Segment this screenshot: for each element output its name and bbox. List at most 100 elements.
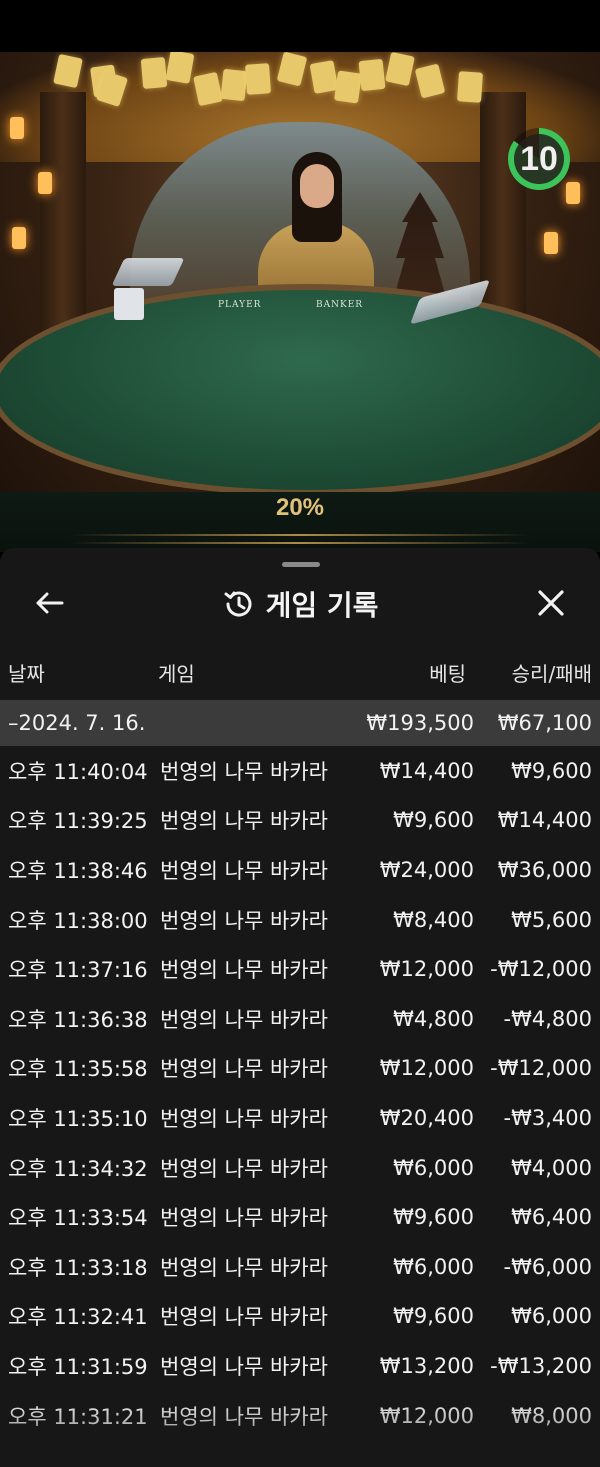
row-game: 번영의 나무 바카라 — [160, 1354, 328, 1379]
table-row[interactable]: 오후 11:39:25 번영의 나무 바카라 ₩9,600 ₩14,400 — [0, 796, 600, 846]
game-history-sheet: 게임 기록 날짜 게임 베팅 승리/패배 –2024. 7. 16. ₩193,… — [0, 548, 600, 1467]
row-game: 번영의 나무 바카라 — [160, 1255, 328, 1280]
percent-bar: 20% — [0, 492, 600, 552]
row-time: 오후 11:38:46 — [8, 858, 148, 883]
row-game: 번영의 나무 바카라 — [160, 1206, 328, 1231]
table-row[interactable]: 오후 11:33:18 번영의 나무 바카라 ₩6,000 -₩6,000 — [0, 1242, 600, 1292]
date-group-row[interactable]: –2024. 7. 16. ₩193,500 ₩67,100 — [0, 700, 600, 746]
banker-label: BANKER — [316, 300, 364, 310]
row-time: 오후 11:35:10 — [8, 1106, 148, 1131]
row-result: -₩4,800 — [503, 1006, 592, 1031]
divider — [70, 534, 530, 536]
row-game: 번영의 나무 바카라 — [160, 1057, 328, 1082]
table-row[interactable]: 오후 11:31:59 번영의 나무 바카라 ₩13,200 -₩13,200 — [0, 1341, 600, 1391]
column-header-game: 게임 — [158, 662, 195, 686]
row-bet: ₩12,000 — [379, 1056, 474, 1081]
table-row[interactable]: 오후 11:31:21 번영의 나무 바카라 ₩12,000 ₩8,000 — [0, 1391, 600, 1441]
row-bet: ₩9,600 — [393, 1205, 474, 1230]
row-game: 번영의 나무 바카라 — [160, 759, 328, 784]
row-bet: ₩9,600 — [393, 1304, 474, 1329]
row-time: 오후 11:33:18 — [8, 1255, 148, 1280]
row-time: 오후 11:35:58 — [8, 1057, 148, 1082]
date-group-bet-total: ₩193,500 — [366, 711, 474, 735]
row-game: 번영의 나무 바카라 — [160, 858, 328, 883]
close-button[interactable] — [534, 586, 568, 620]
row-time: 오후 11:39:25 — [8, 809, 148, 834]
table-row[interactable]: 오후 11:35:10 번영의 나무 바카라 ₩20,400 -₩3,400 — [0, 1093, 600, 1143]
table-row[interactable]: 오후 11:37:16 번영의 나무 바카라 ₩12,000 -₩12,000 — [0, 944, 600, 994]
row-result: -₩12,000 — [490, 957, 592, 982]
history-icon — [224, 591, 252, 617]
row-game: 번영의 나무 바카라 — [160, 809, 328, 834]
table-row[interactable]: 오후 11:38:46 번영의 나무 바카라 ₩24,000 ₩36,000 — [0, 845, 600, 895]
row-result: ₩6,000 — [511, 1304, 592, 1329]
row-result: -₩6,000 — [503, 1254, 592, 1279]
lantern — [12, 227, 26, 249]
table-row[interactable]: 오후 11:36:38 번영의 나무 바카라 ₩4,800 -₩4,800 — [0, 994, 600, 1044]
hanging-card — [140, 57, 168, 89]
timer-value: 10 — [514, 134, 564, 184]
row-time: 오후 11:36:38 — [8, 1007, 148, 1032]
row-result: ₩9,600 — [511, 758, 592, 783]
date-group-date: –2024. 7. 16. — [8, 711, 146, 735]
table-row[interactable]: 오후 11:34:32 번영의 나무 바카라 ₩6,000 ₩4,000 — [0, 1143, 600, 1193]
row-result: ₩6,400 — [511, 1205, 592, 1230]
row-bet: ₩8,400 — [393, 907, 474, 932]
row-bet: ₩24,000 — [379, 857, 474, 882]
row-time: 오후 11:31:21 — [8, 1404, 148, 1429]
lantern — [38, 172, 52, 194]
row-game: 번영의 나무 바카라 — [160, 1305, 328, 1330]
close-icon — [538, 590, 564, 616]
live-video-scene: PLAYER BANKER 10 20% — [0, 52, 600, 552]
lantern — [566, 182, 580, 204]
sheet-grabber[interactable] — [282, 562, 320, 567]
row-time: 오후 11:31:59 — [8, 1354, 148, 1379]
row-game: 번영의 나무 바카라 — [160, 908, 328, 933]
row-result: ₩8,000 — [511, 1403, 592, 1428]
row-bet: ₩6,000 — [393, 1254, 474, 1279]
percent-value: 20% — [275, 494, 325, 521]
row-game: 번영의 나무 바카라 — [160, 1106, 328, 1131]
table-row[interactable]: 오후 11:32:41 번영의 나무 바카라 ₩9,600 ₩6,000 — [0, 1292, 600, 1342]
row-result: ₩4,000 — [511, 1155, 592, 1180]
row-result: ₩36,000 — [497, 857, 592, 882]
hanging-card — [220, 68, 248, 102]
row-time: 오후 11:40:04 — [8, 759, 148, 784]
lantern — [10, 117, 24, 139]
hanging-card — [244, 63, 272, 95]
row-bet: ₩9,600 — [393, 808, 474, 833]
hanging-card — [456, 71, 484, 103]
player-label: PLAYER — [218, 300, 262, 310]
table-row[interactable]: 오후 11:35:58 번영의 나무 바카라 ₩12,000 -₩12,000 — [0, 1044, 600, 1094]
hanging-card — [334, 70, 362, 104]
row-time: 오후 11:33:54 — [8, 1206, 148, 1231]
row-result: ₩14,400 — [497, 808, 592, 833]
baccarat-table — [0, 284, 600, 496]
hanging-card — [358, 58, 386, 92]
row-game: 번영의 나무 바카라 — [160, 1404, 328, 1429]
row-bet: ₩6,000 — [393, 1155, 474, 1180]
row-time: 오후 11:34:32 — [8, 1156, 148, 1181]
history-list: –2024. 7. 16. ₩193,500 ₩67,100 오후 11:40:… — [0, 700, 600, 1440]
divider — [70, 542, 530, 544]
row-bet: ₩13,200 — [379, 1353, 474, 1378]
history-rows: 오후 11:40:04 번영의 나무 바카라 ₩14,400 ₩9,600 오후 11:… — [0, 746, 600, 1440]
page-title: 게임 기록 — [265, 589, 379, 622]
table-row[interactable]: 오후 11:38:00 번영의 나무 바카라 ₩8,400 ₩5,600 — [0, 895, 600, 945]
table-row[interactable]: 오후 11:40:04 번영의 나무 바카라 ₩14,400 ₩9,600 — [0, 746, 600, 796]
sheet-header: 게임 기록 — [0, 578, 600, 628]
date-group-result-total: ₩67,100 — [497, 711, 592, 735]
table-row[interactable]: 오후 11:33:54 번영의 나무 바카라 ₩9,600 ₩6,400 — [0, 1192, 600, 1242]
row-bet: ₩20,400 — [379, 1105, 474, 1130]
row-game: 번영의 나무 바카라 — [160, 1007, 328, 1032]
column-header-result: 승리/패배 — [511, 662, 592, 686]
row-time: 오후 11:38:00 — [8, 908, 148, 933]
row-bet: ₩12,000 — [379, 1403, 474, 1428]
row-time: 오후 11:32:41 — [8, 1305, 148, 1330]
row-result: -₩12,000 — [490, 1056, 592, 1081]
card-deck — [114, 288, 144, 320]
round-timer: 10 — [508, 128, 570, 190]
sheet-title-wrap: 게임 기록 — [0, 584, 600, 624]
lantern — [544, 232, 558, 254]
row-bet: ₩12,000 — [379, 957, 474, 982]
